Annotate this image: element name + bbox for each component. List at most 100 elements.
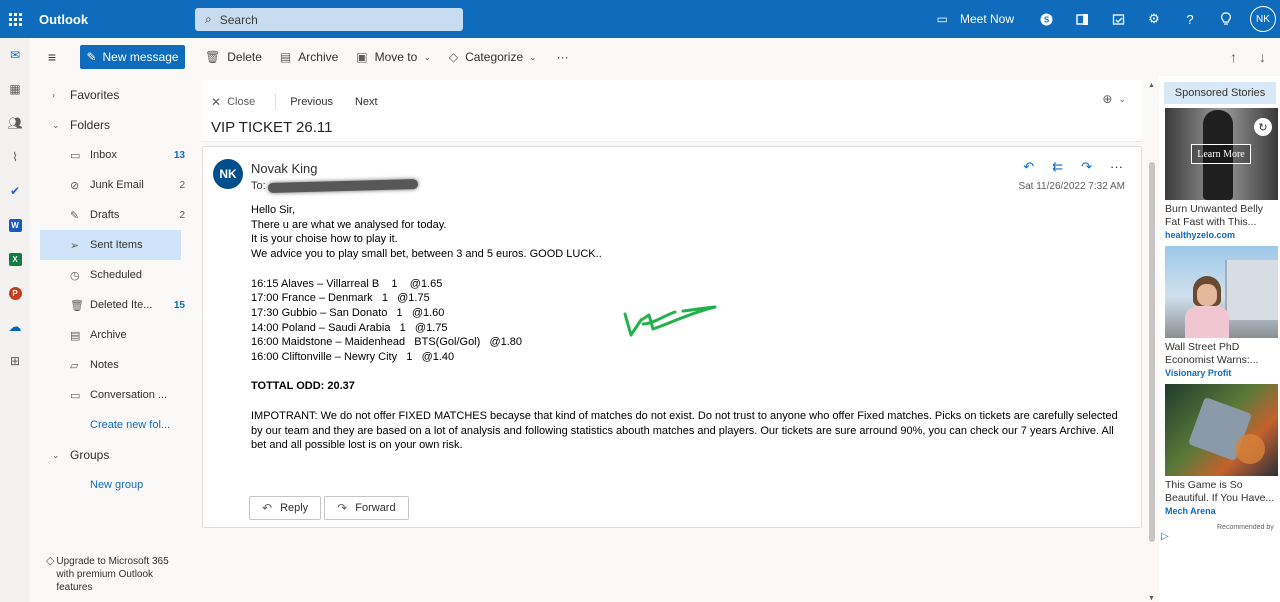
folder-label: Junk Email	[90, 179, 144, 191]
ad-item[interactable]: Wall Street PhD Economist Warns:... Visi…	[1165, 246, 1278, 378]
ad-image[interactable]	[1165, 246, 1278, 338]
archive-label: Archive	[298, 50, 339, 64]
top-bar: Outlook ⌕ ▭ Meet Now S ⚙ ? NK	[0, 0, 1280, 38]
item-count: 2	[179, 209, 185, 221]
app-rail: ✉ ▦ 👥︎ ⌇ ✔ W X P ☁ ⊞	[0, 38, 30, 602]
previous-message-arrow-icon[interactable]: ↑	[1230, 49, 1237, 65]
ad-title[interactable]: Wall Street PhD Economist Warns:...	[1165, 341, 1278, 367]
hamburger-menu-icon[interactable]: ≡	[30, 49, 74, 65]
learn-more-button[interactable]: Learn More	[1191, 144, 1251, 164]
pick-line: 16:00 Cliftonville – Newry City 1 @1.40	[251, 351, 455, 364]
app-launcher-button[interactable]	[0, 0, 30, 38]
skype-icon[interactable]: S	[1028, 0, 1064, 38]
folder-sent-items[interactable]: ➢ Sent Items	[40, 230, 181, 260]
people-icon[interactable]: 👥︎	[0, 106, 30, 140]
delete-button[interactable]: 🗑︎ Delete	[205, 50, 262, 64]
settings-gear-icon[interactable]: ⚙	[1136, 0, 1172, 38]
meet-now-button[interactable]: ▭ Meet Now	[937, 12, 1014, 26]
notes-icon: ▱	[70, 359, 79, 372]
search-input[interactable]	[219, 12, 440, 27]
archive-button[interactable]: ▤ Archive	[280, 50, 338, 64]
ad-title[interactable]: This Game is So Beautiful. If You Have..…	[1165, 479, 1278, 505]
ad-source[interactable]: healthyzelo.com	[1165, 230, 1278, 240]
favorites-section[interactable]: › Favorites	[30, 80, 195, 110]
move-to-button[interactable]: ▣ Move to ⌄	[356, 50, 431, 64]
zoom-button[interactable]: ⊕ ⌄	[1102, 92, 1126, 106]
forward-button[interactable]: ↷ Forward	[324, 496, 409, 520]
reply-icon[interactable]: ↶	[1023, 159, 1034, 175]
message-date: Sat 11/26/2022 7:32 AM	[1018, 181, 1125, 192]
reply-all-icon[interactable]: ⇇	[1052, 159, 1063, 175]
folder-label: Deleted Ite...	[90, 299, 153, 311]
redacted-recipient	[267, 179, 418, 193]
pick-line: 16:15 Alaves – Villarreal B 1 @1.65	[251, 277, 443, 290]
categorize-label: Categorize	[465, 50, 524, 64]
close-button[interactable]: ✕ Close	[211, 95, 255, 109]
reading-pane: ✕ Close Previous Next ⊕ ⌄ VIP TICKET 26.…	[195, 76, 1155, 602]
trash-icon: 🗑︎	[205, 50, 221, 64]
new-group-link[interactable]: New group	[30, 470, 195, 500]
sender-name[interactable]: Novak King	[251, 161, 317, 176]
next-message-arrow-icon[interactable]: ↓	[1259, 49, 1266, 65]
categorize-button[interactable]: ◇ Categorize ⌄	[449, 50, 537, 64]
ad-pane: Sponsored Stories ↻ Learn More Burn Unwa…	[1159, 76, 1280, 602]
replay-icon[interactable]: ↻	[1254, 118, 1272, 136]
ad-image[interactable]	[1165, 384, 1278, 476]
ad-image[interactable]: ↻ Learn More	[1165, 108, 1278, 200]
inbox-icon: ▭	[70, 149, 81, 162]
more-actions-button[interactable]: ···	[557, 50, 569, 64]
account-avatar[interactable]: NK	[1250, 6, 1276, 32]
ad-item[interactable]: ↻ Learn More Burn Unwanted Belly Fat Fas…	[1165, 108, 1278, 240]
sender-avatar[interactable]: NK	[213, 159, 243, 189]
folders-section[interactable]: ⌄ Folders	[30, 110, 195, 140]
new-message-button[interactable]: ✎ New message	[80, 45, 185, 69]
more-options-icon[interactable]: ···	[1110, 159, 1123, 175]
mail-icon[interactable]: ✉	[0, 38, 30, 72]
scroll-up-arrow-icon[interactable]: ▲	[1148, 82, 1155, 89]
onedrive-cloud-icon[interactable]: ☁	[0, 310, 30, 344]
folder-notes[interactable]: ▱ Notes	[30, 350, 195, 380]
search-box[interactable]: ⌕	[195, 8, 463, 31]
tips-lightbulb-icon[interactable]	[1208, 0, 1244, 38]
calendar-icon[interactable]: ▦	[0, 72, 30, 106]
ad-source[interactable]: Visionary Profit	[1165, 368, 1278, 378]
archive-icon: ▤	[70, 329, 81, 342]
folder-deleted-items[interactable]: 🗑︎ Deleted Ite... 15	[30, 290, 195, 320]
reply-button[interactable]: ↶ Reply	[249, 496, 322, 520]
app-title[interactable]: Outlook	[39, 12, 194, 27]
office-apps-icon[interactable]	[1064, 0, 1100, 38]
excel-icon[interactable]: X	[0, 242, 30, 276]
folder-archive[interactable]: ▤ Archive	[30, 320, 195, 350]
folder-conversation-history[interactable]: ▭ Conversation ...	[30, 380, 195, 410]
folder-junk-email[interactable]: ⊘ Junk Email 2	[30, 170, 195, 200]
reading-scrollbar[interactable]: ▲ ▼	[1148, 82, 1156, 602]
folder-scheduled[interactable]: ◷ Scheduled	[30, 260, 195, 290]
ad-title[interactable]: Burn Unwanted Belly Fat Fast with This..…	[1165, 203, 1278, 229]
my-day-icon[interactable]	[1100, 0, 1136, 38]
compose-icon: ✎	[86, 50, 97, 64]
todo-check-icon[interactable]: ✔	[0, 174, 30, 208]
clock-icon: ◷	[70, 269, 80, 282]
ad-item[interactable]: This Game is So Beautiful. If You Have..…	[1165, 384, 1278, 516]
create-new-folder-link[interactable]: Create new fol...	[30, 410, 195, 440]
word-icon[interactable]: W	[0, 208, 30, 242]
more-apps-icon[interactable]: ⊞	[0, 344, 30, 378]
attach-icon[interactable]: ⌇	[0, 140, 30, 174]
folder-inbox[interactable]: ▭ Inbox 13	[30, 140, 195, 170]
previous-button[interactable]: Previous	[290, 96, 333, 108]
scrollbar-thumb[interactable]	[1149, 162, 1155, 542]
next-button[interactable]: Next	[355, 96, 378, 108]
adchoices-icon[interactable]: ▷	[1161, 531, 1169, 542]
ad-source[interactable]: Mech Arena	[1165, 506, 1278, 516]
reply-label: Reply	[280, 502, 309, 514]
powerpoint-icon[interactable]: P	[0, 276, 30, 310]
upgrade-banner[interactable]: ◇ Upgrade to Microsoft 365 with premium …	[46, 555, 186, 594]
video-camera-icon: ▭	[936, 12, 948, 26]
help-icon[interactable]: ?	[1172, 0, 1208, 38]
folder-drafts[interactable]: ✎ Drafts 2	[30, 200, 195, 230]
groups-section[interactable]: ⌄ Groups	[30, 440, 195, 470]
forward-icon[interactable]: ↷	[1081, 159, 1092, 175]
scroll-down-arrow-icon[interactable]: ▼	[1148, 595, 1155, 602]
unread-count: 13	[173, 149, 185, 161]
folder-pane: › Favorites ⌄ Folders ▭ Inbox 13 ⊘ Junk …	[30, 76, 195, 602]
